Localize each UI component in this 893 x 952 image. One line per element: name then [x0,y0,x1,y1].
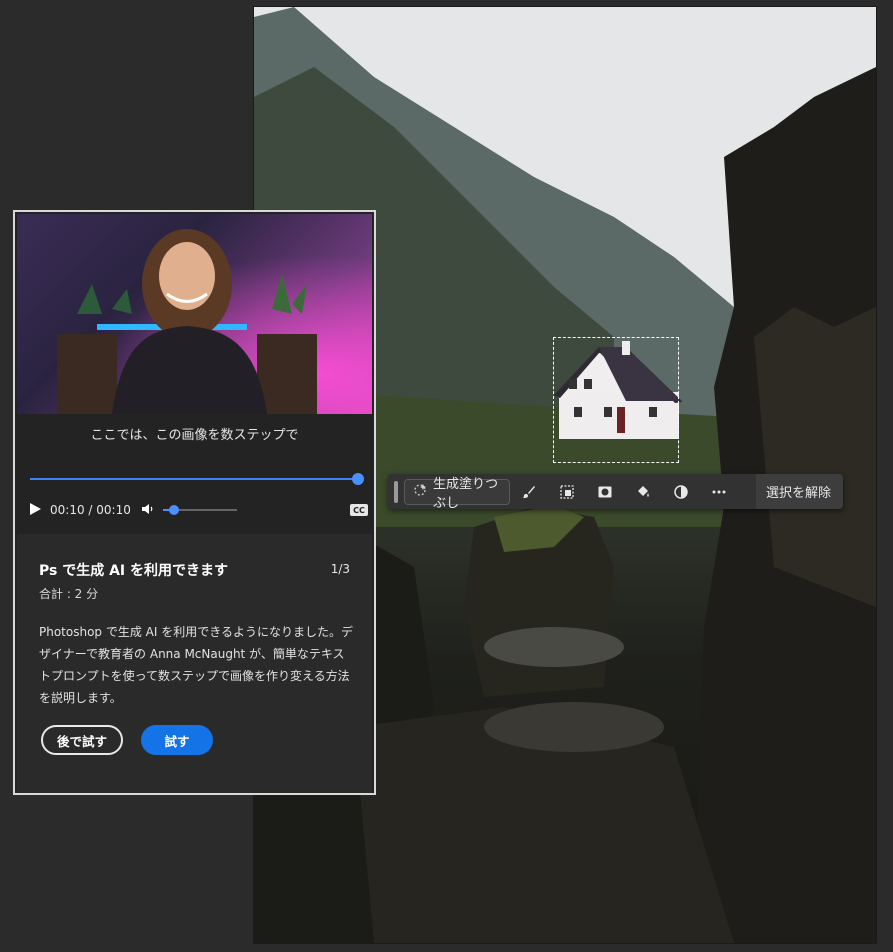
play-icon[interactable] [28,502,42,519]
tutorial-description: Photoshop で生成 AI を利用できるようになりました。デザイナーで教育… [39,625,353,705]
step-counter: 1/3 [330,562,350,576]
volume-icon[interactable] [141,502,155,519]
video-caption: ここでは、この画像を数ステップで [90,428,299,443]
drag-handle[interactable] [394,480,398,503]
generative-fill-button[interactable]: 生成塗りつぶし [404,477,510,511]
transform-selection-icon[interactable] [548,474,586,509]
fill-bucket-icon[interactable] [624,474,662,509]
deselect-button[interactable]: 選択を解除 [755,474,843,509]
tutorial-panel: ここでは、この画像を数ステップで 00:10 / 00:10 CC Ps で生成… [13,210,376,795]
tutorial-duration: 合計 : 2 分 [39,587,99,601]
video-progress-bar[interactable] [30,478,357,480]
try-button[interactable]: 試す [141,725,213,755]
generative-fill-icon [413,483,427,501]
mask-icon[interactable] [586,474,624,509]
presenter-thumbnail [17,214,372,414]
closed-caption-button[interactable]: CC [350,504,368,516]
video-controls: 00:10 / 00:10 CC [28,500,368,520]
adjustment-icon[interactable] [662,474,700,509]
generative-fill-label: 生成塗りつぶし [433,476,499,511]
volume-slider[interactable] [162,505,237,515]
more-icon[interactable] [700,474,738,509]
tutorial-video[interactable] [17,214,372,414]
brush-icon[interactable] [510,474,548,509]
video-progress-handle[interactable] [352,473,364,485]
contextual-task-bar: 生成塗りつぶし 選択を解除 [388,474,843,511]
try-later-button[interactable]: 後で試す [41,725,123,755]
selection-marquee[interactable] [553,337,679,463]
volume-handle[interactable] [168,505,179,515]
video-time: 00:10 / 00:10 [50,503,131,517]
tutorial-title: Ps で生成 AI を利用できます [39,563,229,579]
